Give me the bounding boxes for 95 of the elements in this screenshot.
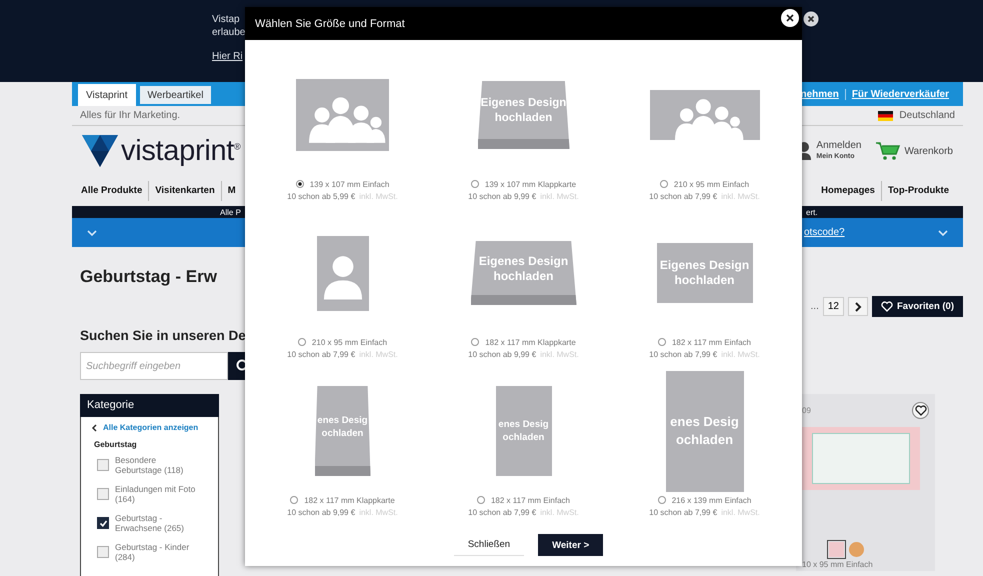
checkbox[interactable] — [97, 488, 109, 500]
dialog-title: Wählen Sie Größe und Format — [255, 18, 405, 30]
close-icon — [803, 11, 819, 27]
format-label: 182 x 117 mm Klappkarte — [485, 338, 576, 346]
color-swatch[interactable] — [829, 542, 844, 557]
promo-text: ert. — [806, 208, 818, 216]
preview-text: hochladen — [493, 269, 554, 284]
category-header: Kategorie — [80, 394, 219, 417]
price-text: 10 schon ab 9,99 € — [468, 350, 536, 359]
format-label: 182 x 117 mm Einfach — [490, 496, 570, 504]
price-text: 10 schon ab 7,99 € — [468, 508, 536, 517]
price-text: 10 schon ab 5,99 € — [287, 192, 356, 201]
radio-button[interactable] — [658, 496, 666, 504]
price-text: 10 schon ab 7,99 € — [287, 350, 356, 359]
filter-label: Geburtstag - Kinder (284) — [115, 542, 190, 562]
product-text: 09 — [802, 406, 811, 415]
color-swatch[interactable] — [849, 542, 864, 557]
preview-text: hochladen — [494, 111, 552, 126]
notice-link[interactable]: Hier Ri — [212, 51, 243, 62]
next-page-button[interactable] — [848, 297, 868, 316]
radio-button[interactable] — [470, 180, 479, 188]
checkbox[interactable] — [97, 546, 109, 558]
nav-link[interactable]: Alle Produkte — [81, 181, 148, 201]
radio-button[interactable] — [658, 338, 666, 346]
radio-button[interactable] — [471, 338, 480, 346]
chevron-down-icon — [937, 228, 949, 238]
site-tab[interactable]: Vistaprint — [78, 84, 136, 106]
checkbox[interactable] — [97, 517, 109, 529]
country-selector[interactable]: Deutschland — [899, 110, 955, 121]
notice-text: Vistap — [212, 13, 240, 26]
radio-button[interactable] — [296, 180, 304, 188]
notice-text: erlaube — [212, 26, 246, 39]
favorite-button[interactable] — [912, 402, 929, 419]
heart-icon — [914, 405, 926, 416]
search-field[interactable]: Suchbegriff eingeben — [80, 352, 228, 380]
price-text: 10 schon ab 7,99 € — [649, 350, 718, 359]
promo-code-link[interactable]: otscode? — [804, 227, 845, 238]
preview-text: ochladen — [502, 431, 544, 444]
price-text: 10 schon ab 9,99 € — [468, 192, 536, 201]
preview-text: ochladen — [676, 431, 734, 449]
login-link[interactable]: Anmelden — [816, 140, 862, 151]
radio-button[interactable] — [476, 496, 485, 504]
preview-text: enes Desig — [498, 418, 549, 431]
radio-button[interactable] — [660, 180, 668, 188]
chevron-down-icon — [86, 228, 98, 238]
price-text: 10 schon ab 9,99 € — [287, 508, 356, 517]
chevron-right-icon — [854, 302, 862, 312]
radio-button[interactable] — [298, 338, 306, 346]
close-button[interactable] — [781, 9, 799, 27]
format-label: 210 x 95 mm Einfach — [674, 180, 750, 188]
preview-text: enes Desig — [670, 413, 739, 431]
preview-text: enes Desig — [317, 414, 368, 427]
format-label: 182 x 117 mm Klappkarte — [304, 496, 395, 504]
category-group-title: Geburtstag — [94, 440, 138, 449]
promo-text: Alle P — [220, 208, 242, 216]
preview-text: hochladen — [674, 273, 734, 288]
format-label: 139 x 107 mm Einfach — [310, 180, 390, 188]
format-label: 139 x 107 mm Klappkarte — [484, 180, 576, 188]
product-size: 10 x 95 mm Einfach — [802, 560, 874, 569]
logo-text: vistaprint$^{®}$ — [121, 134, 240, 168]
nav-link[interactable]: M — [220, 181, 242, 201]
preview-text: Eigenes Design — [478, 254, 568, 269]
price-text: 10 schon ab 7,99 € — [649, 508, 718, 517]
checkbox[interactable] — [97, 459, 109, 471]
next-button[interactable]: Weiter > — [538, 534, 604, 556]
chevron-left-icon — [91, 424, 97, 432]
tagline: Alles für Ihr Marketing. — [80, 110, 180, 121]
nav-link[interactable]: Homepages — [821, 181, 881, 201]
format-label: 210 x 95 mm Einfach — [312, 338, 388, 346]
page-button[interactable]: 12 — [822, 297, 844, 316]
logo-icon — [82, 135, 118, 167]
preview-text: ochladen — [322, 427, 364, 440]
nav-link[interactable]: Top-Produkte — [880, 181, 955, 201]
all-categories-link[interactable]: Alle Kategorien anzeigen — [103, 423, 198, 432]
heart-icon — [880, 301, 893, 312]
nav-link[interactable]: Visitenkarten — [148, 181, 221, 201]
close-icon — [786, 14, 794, 22]
site-tab[interactable]: Werbeartikel — [140, 86, 212, 104]
price-text: 10 schon ab 7,99 € — [649, 192, 718, 201]
favorites-button[interactable]: Favoriten (0) — [872, 296, 963, 317]
top-link[interactable]: Für Wiederverkäufer — [844, 88, 955, 100]
search-heading: Suchen Sie in unseren De — [80, 328, 246, 344]
german-flag-icon — [878, 110, 894, 120]
filter-label: Geburtstag - Erwachsene (265) — [115, 513, 185, 533]
preview-text: Eigenes Design — [480, 96, 566, 111]
cart-icon — [875, 141, 902, 161]
format-label: 216 x 139 mm Einfach — [672, 496, 752, 504]
cart-link[interactable]: Warenkorb — [875, 141, 953, 161]
radio-button[interactable] — [290, 496, 298, 504]
format-label: 182 x 117 mm Einfach — [672, 338, 751, 346]
page-heading: Geburtstag - Erw — [80, 267, 217, 287]
pagination-ellipsis: ... — [810, 301, 819, 312]
filter-label: Besondere Geburtstage (118) — [115, 455, 184, 475]
preview-text: Eigenes Design — [660, 258, 750, 273]
filter-label: Einladungen mit Foto (164) — [115, 484, 196, 504]
